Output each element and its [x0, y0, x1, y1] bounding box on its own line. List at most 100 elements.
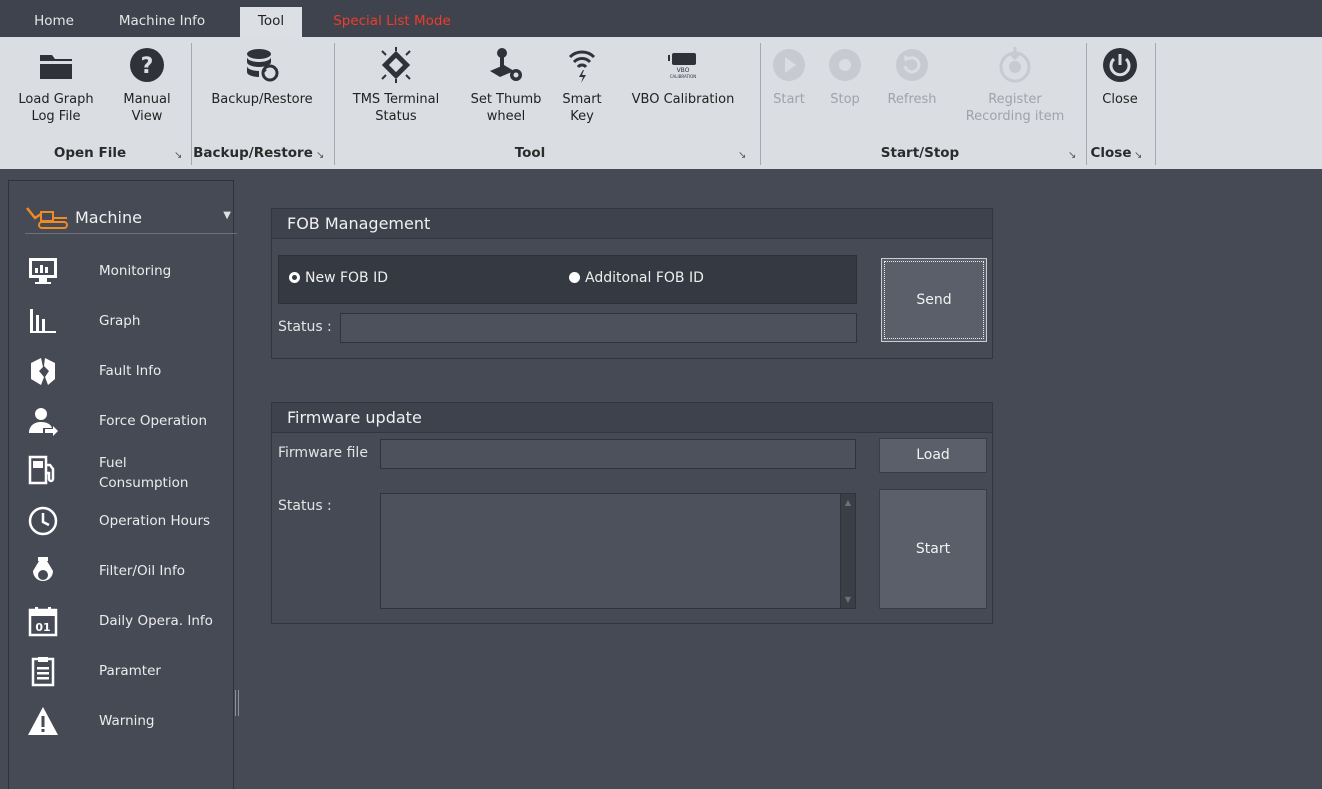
svg-text:VBO: VBO: [677, 67, 690, 74]
fob-status-field[interactable]: [340, 313, 857, 343]
machine-dropdown[interactable]: Machine ▼: [25, 204, 237, 234]
nav-label: Force Operation: [99, 413, 207, 429]
radio-icon: [569, 272, 580, 283]
firmware-file-field[interactable]: [380, 439, 856, 469]
group-label-close: Close: [1090, 145, 1132, 161]
scroll-up-icon[interactable]: ▲: [841, 498, 855, 507]
clock-icon: [28, 506, 58, 536]
nav-item-daily-opera-info[interactable]: 01 Daily Opera. Info: [27, 605, 239, 651]
nav-item-graph[interactable]: Graph: [27, 305, 239, 351]
nav-item-operation-hours[interactable]: Operation Hours: [27, 505, 239, 551]
vbo-calibration-icon: VBOCALIBRATION: [668, 53, 697, 79]
fuel-pump-icon: [28, 455, 55, 485]
new-fob-id-label: New FOB ID: [305, 270, 389, 286]
stop-icon: [829, 49, 861, 81]
dropdown-arrow-icon: ▼: [223, 210, 231, 221]
wireless-key-icon: [568, 50, 596, 83]
menu-tab-bar: Home Machine Info Tool Special List Mode: [0, 0, 1322, 37]
new-fob-id-radio[interactable]: New FOB ID: [289, 270, 388, 286]
svg-text:01: 01: [35, 621, 50, 634]
nav-label: Fuel Consumption: [99, 455, 189, 491]
ribbon: Load Graph Log File ? Manual View Backup…: [0, 37, 1322, 169]
ribbon-separator: [760, 43, 761, 165]
nav-item-fuel-consumption[interactable]: Fuel Consumption: [27, 447, 239, 493]
group-label-tool: Tool: [514, 145, 546, 161]
nav-item-fault-info[interactable]: Fault Info: [27, 355, 239, 401]
scroll-down-icon[interactable]: ▼: [841, 595, 855, 604]
start-button[interactable]: Start: [766, 45, 812, 108]
chip-icon: [381, 47, 411, 83]
vbo-calibration-button[interactable]: VBO CALIBRATION VBO Calibration: [618, 45, 748, 108]
tms-terminal-status-button[interactable]: TMS Terminal Status: [340, 45, 452, 125]
close-button[interactable]: Close: [1092, 45, 1148, 108]
status-scrollbar[interactable]: ▲ ▼: [840, 494, 855, 608]
send-button[interactable]: Send: [881, 258, 987, 342]
nav-item-warning[interactable]: Warning: [27, 705, 239, 751]
nav-item-force-operation[interactable]: Force Operation: [27, 405, 239, 451]
tab-machine-info[interactable]: Machine Info: [106, 7, 218, 37]
nav-label: Graph: [99, 313, 141, 329]
backup-restore-launcher-icon[interactable]: ↘: [316, 150, 324, 161]
additional-fob-id-radio[interactable]: Additonal FOB ID: [569, 270, 704, 286]
start-label: Start: [773, 92, 805, 107]
clipboard-list-icon: [31, 657, 55, 687]
open-file-launcher-icon[interactable]: ↘: [174, 150, 182, 161]
monitor-chart-icon: [29, 258, 57, 284]
smart-key-button[interactable]: Smart Key: [558, 45, 606, 125]
user-arrow-icon: [29, 408, 58, 436]
nav-label: Monitoring: [99, 263, 172, 279]
nav-item-monitoring[interactable]: Monitoring: [27, 255, 239, 301]
start-stop-launcher-icon[interactable]: ↘: [1068, 150, 1076, 161]
fob-management-title: FOB Management: [272, 209, 992, 239]
load-button[interactable]: Load: [879, 438, 987, 473]
backup-restore-button[interactable]: Backup/Restore: [197, 45, 327, 108]
fob-option-group: New FOB ID Additonal FOB ID: [278, 255, 857, 304]
nav-label: Warning: [99, 713, 155, 729]
vbo-calibration-label: VBO Calibration: [631, 92, 735, 107]
smart-key-label: Smart Key: [562, 92, 602, 124]
firmware-start-button[interactable]: Start: [879, 489, 987, 609]
refresh-icon: [896, 49, 928, 81]
tab-special-list-mode[interactable]: Special List Mode: [322, 7, 462, 37]
manual-view-button[interactable]: ? Manual View: [112, 45, 182, 125]
ribbon-separator: [334, 43, 335, 165]
ribbon-separator: [1155, 43, 1156, 165]
radio-selected-icon: [289, 272, 300, 283]
firmware-status-label: Status :: [278, 498, 332, 514]
firmware-status-textarea[interactable]: ▲ ▼: [380, 493, 856, 609]
joystick-gear-icon: [490, 48, 522, 81]
fob-status-label: Status :: [278, 319, 332, 335]
backup-restore-label: Backup/Restore: [211, 92, 313, 107]
group-label-open-file: Open File: [53, 145, 127, 161]
nav-item-filter-oil-info[interactable]: Filter/Oil Info: [27, 555, 239, 601]
machine-nav-panel: Machine ▼ Monitoring Graph Fault Info Fo…: [8, 180, 237, 789]
record-register-icon: [999, 47, 1031, 83]
load-graph-label: Load Graph Log File: [18, 92, 94, 124]
power-icon: [1103, 48, 1137, 82]
refresh-label: Refresh: [887, 92, 937, 107]
close-launcher-icon[interactable]: ↘: [1134, 150, 1142, 161]
nav-label: Operation Hours: [99, 513, 211, 529]
machine-dropdown-label: Machine: [75, 208, 142, 227]
stop-button[interactable]: Stop: [822, 45, 868, 108]
broken-shield-icon: [31, 358, 55, 385]
tms-label: TMS Terminal Status: [352, 92, 440, 124]
svg-text:CALIBRATION: CALIBRATION: [670, 74, 697, 79]
group-label-backup-restore: Backup/Restore: [193, 145, 313, 161]
folder-icon: [40, 55, 72, 79]
panel-splitter[interactable]: [235, 690, 239, 716]
nav-label: Paramter: [99, 663, 161, 679]
nav-item-paramter[interactable]: Paramter: [27, 655, 239, 701]
set-thumb-wheel-button[interactable]: Set Thumb wheel: [460, 45, 552, 125]
bar-chart-icon: [30, 309, 56, 333]
tab-home[interactable]: Home: [24, 7, 84, 37]
play-icon: [773, 49, 805, 81]
register-recording-item-button[interactable]: Register Recording item: [952, 45, 1078, 125]
set-thumb-label: Set Thumb wheel: [470, 92, 542, 124]
load-graph-log-file-button[interactable]: Load Graph Log File: [8, 45, 104, 125]
firmware-file-label: Firmware file: [278, 445, 368, 461]
tool-launcher-icon[interactable]: ↘: [738, 150, 746, 161]
excavator-icon: [26, 207, 68, 229]
refresh-button[interactable]: Refresh: [878, 45, 946, 108]
tab-tool[interactable]: Tool: [240, 7, 302, 37]
